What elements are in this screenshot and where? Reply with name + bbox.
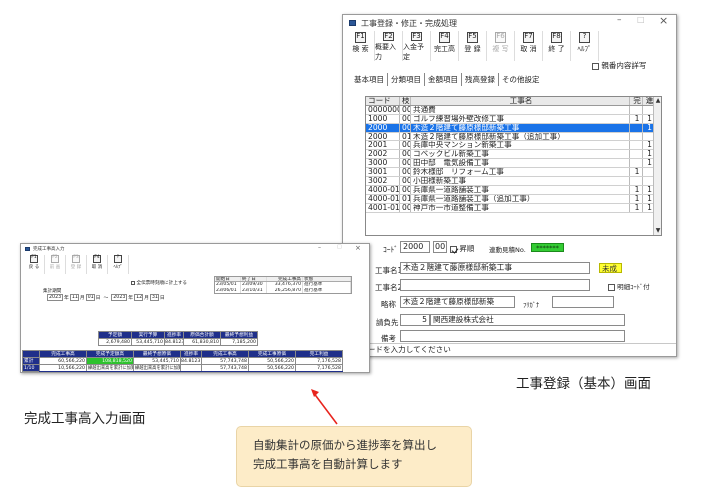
entry-caption: 完成工事高入力画面 <box>24 411 146 427</box>
callout-box: 自動集計の原価から進捗率を算出し 完成工事高を自動計算します <box>236 426 472 487</box>
main-caption: 工事登録（基本）画面 <box>516 376 651 392</box>
callout-line-2: 完成工事高を自動計算します <box>253 457 403 471</box>
callout-line-1: 自動集計の原価から進捗率を算出し <box>253 438 437 452</box>
arrow-line <box>312 391 338 425</box>
arrow-head-icon <box>311 389 319 397</box>
